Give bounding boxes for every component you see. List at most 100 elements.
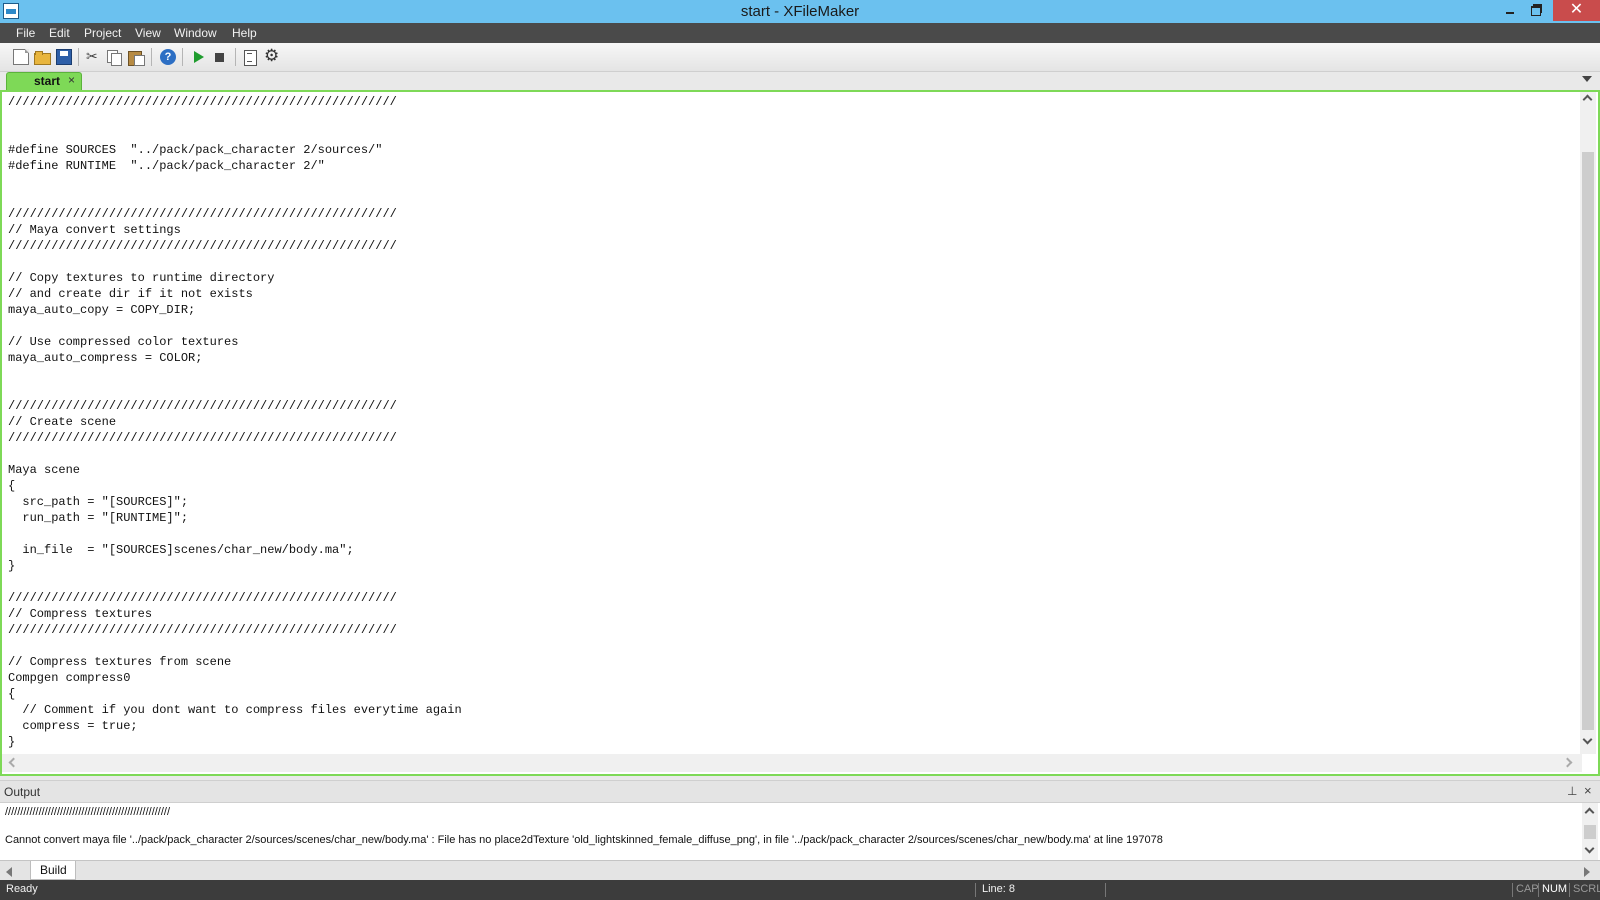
menu-edit[interactable]: Edit [49, 26, 70, 40]
tab-scroll-left-icon[interactable] [6, 867, 12, 877]
code-line: // Use compressed color textures [8, 335, 239, 349]
open-folder-icon[interactable] [34, 49, 51, 65]
code-line: ////////////////////////////////////////… [8, 431, 397, 445]
code-line: #define RUNTIME "../pack/pack_character … [8, 159, 325, 173]
code-line: // Compress textures from scene [8, 655, 232, 669]
tab-label: start [34, 74, 61, 88]
toolbar-separator [182, 48, 183, 66]
code-line: src_path = "[SOURCES]"; [8, 495, 189, 509]
new-file-icon[interactable] [13, 49, 29, 65]
status-separator [1569, 883, 1570, 897]
code-editor[interactable]: ////////////////////////////////////////… [0, 90, 1600, 776]
menu-view[interactable]: View [135, 26, 161, 40]
output-line: Cannot convert maya file '../pack/pack_c… [5, 834, 1163, 846]
status-separator [1105, 883, 1106, 897]
settings-gear-icon[interactable] [264, 46, 280, 66]
scroll-up-icon[interactable] [1582, 94, 1593, 105]
scroll-thumb[interactable] [1584, 825, 1596, 839]
code-line: { [8, 479, 16, 493]
menu-help[interactable]: Help [232, 26, 257, 40]
output-close-icon[interactable]: × [1584, 783, 1592, 798]
save-icon[interactable] [56, 49, 72, 65]
pin-icon[interactable]: ⊥ [1567, 784, 1577, 798]
code-line: // Comment if you dont want to compress … [8, 703, 462, 717]
code-line: #define SOURCES "../pack/pack_character … [8, 143, 383, 157]
toolbar [0, 43, 1600, 72]
output-panel[interactable]: ////////////////////////////////////////… [0, 802, 1600, 861]
minimize-button[interactable] [1496, 0, 1524, 21]
menu-project[interactable]: Project [84, 26, 121, 40]
tab-build[interactable]: Build [30, 861, 76, 880]
tab-list-dropdown-icon[interactable] [1582, 76, 1592, 82]
menu-window[interactable]: Window [174, 26, 217, 40]
code-line: } [8, 559, 16, 573]
build-icon[interactable] [242, 49, 258, 66]
title-bar[interactable]: start - XFileMaker ✕ [0, 0, 1600, 23]
paste-icon[interactable] [128, 49, 145, 66]
status-separator [1512, 883, 1513, 897]
restore-button[interactable] [1522, 0, 1550, 21]
code-line: in_file = "[SOURCES]scenes/char_new/body… [8, 543, 354, 557]
tab-start[interactable]: start × [6, 72, 82, 90]
scroll-left-icon[interactable] [8, 757, 19, 768]
output-log[interactable]: ////////////////////////////////////////… [5, 805, 1575, 859]
status-bar: Ready Line: 8 CAP NUM SCRL [0, 880, 1600, 900]
toolbar-separator [235, 48, 236, 66]
editor-content[interactable]: ////////////////////////////////////////… [8, 94, 1568, 754]
stop-icon[interactable] [212, 49, 228, 65]
num-lock-indicator: NUM [1542, 883, 1568, 895]
code-line: ////////////////////////////////////////… [8, 623, 397, 637]
code-line: maya_auto_copy = COPY_DIR; [8, 303, 196, 317]
output-tab-strip: Build [0, 860, 1600, 880]
tab-close-icon[interactable]: × [68, 73, 75, 87]
caps-lock-indicator: CAP [1516, 883, 1539, 895]
code-line: compress = true; [8, 719, 138, 733]
code-line: Compgen compress0 [8, 671, 131, 685]
code-line: } [8, 735, 16, 749]
cut-icon[interactable] [85, 48, 101, 65]
scroll-down-icon[interactable] [1582, 734, 1593, 745]
tab-scroll-right-icon[interactable] [1584, 867, 1590, 877]
scroll-lock-indicator: SCRL [1573, 883, 1600, 895]
toolbar-separator [78, 48, 79, 66]
code-line: { [8, 687, 16, 701]
tab-label: Build [40, 863, 67, 877]
menu-file[interactable]: File [16, 26, 35, 40]
help-icon[interactable] [160, 49, 176, 65]
output-panel-header: Output ⊥ × [0, 780, 1600, 802]
output-line: ////////////////////////////////////////… [5, 806, 171, 818]
editor-vertical-scrollbar[interactable] [1580, 92, 1596, 754]
code-line: run_path = "[RUNTIME]"; [8, 511, 189, 525]
status-separator [975, 883, 976, 897]
output-vertical-scrollbar[interactable] [1582, 803, 1598, 861]
status-text: Ready [6, 883, 38, 895]
code-line: // and create dir if it not exists [8, 287, 253, 301]
code-line: // Maya convert settings [8, 223, 181, 237]
document-tab-strip: start × [0, 72, 1600, 90]
copy-icon[interactable] [106, 49, 122, 66]
scroll-down-icon[interactable] [1584, 843, 1595, 854]
scroll-thumb[interactable] [1582, 152, 1594, 730]
close-window-button[interactable]: ✕ [1553, 0, 1600, 21]
scroll-right-icon[interactable] [1562, 757, 1573, 768]
status-separator [1538, 883, 1539, 897]
code-line: // Create scene [8, 415, 117, 429]
editor-horizontal-scrollbar[interactable] [2, 754, 1582, 772]
code-line: ////////////////////////////////////////… [8, 207, 397, 221]
window-title: start - XFileMaker [740, 3, 860, 20]
run-icon[interactable] [191, 49, 207, 65]
scroll-up-icon[interactable] [1584, 807, 1595, 818]
cursor-line-indicator: Line: 8 [982, 883, 1016, 895]
code-line: ////////////////////////////////////////… [8, 591, 397, 605]
